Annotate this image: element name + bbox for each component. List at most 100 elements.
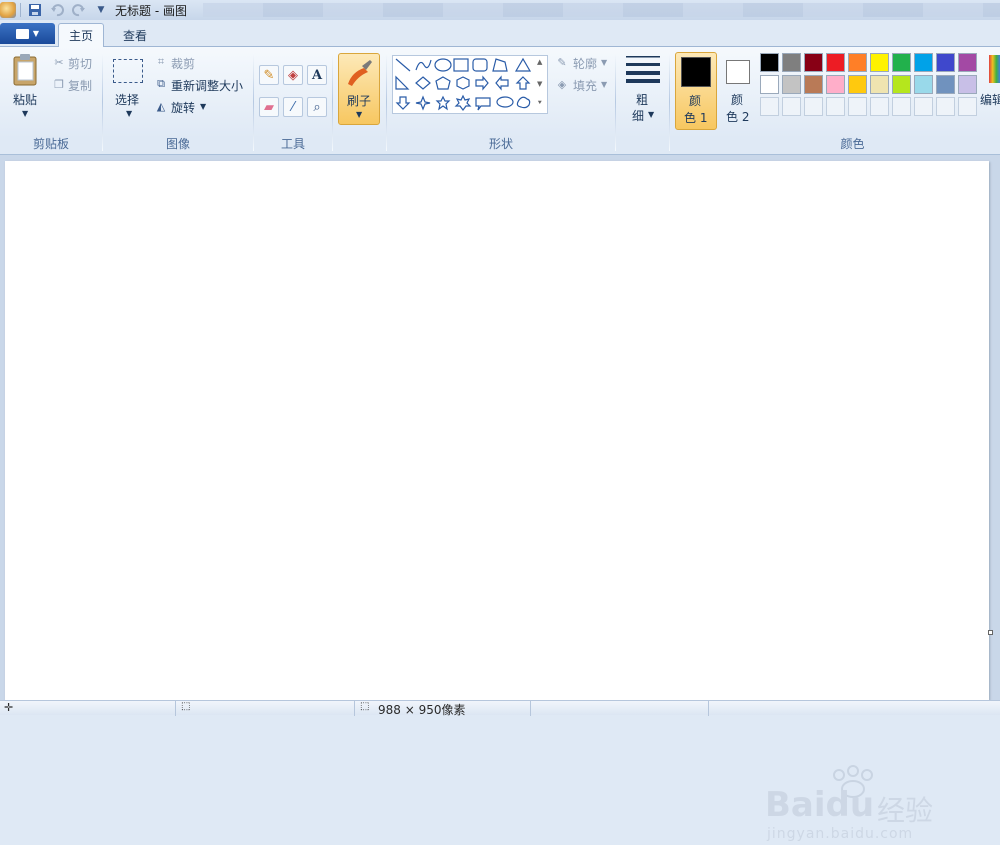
paste-label[interactable]: 粘贴 — [13, 91, 37, 108]
canvas-area[interactable]: Baidu 经验 jingyan.baidu.com — [0, 155, 1000, 842]
customize-quick-access-icon[interactable]: ▼ — [93, 2, 109, 18]
outline-icon[interactable]: ✎ — [555, 55, 569, 69]
palette-swatch[interactable] — [760, 53, 779, 72]
select-label[interactable]: 选择 — [115, 91, 139, 108]
status-separator — [175, 701, 176, 716]
palette-swatch[interactable] — [914, 97, 933, 116]
rotate-button[interactable]: 旋转 — [171, 99, 195, 116]
watermark-url: jingyan.baidu.com — [767, 826, 914, 842]
palette-swatch[interactable] — [958, 97, 977, 116]
palette-swatch[interactable] — [870, 97, 889, 116]
line-size-icon[interactable] — [626, 55, 660, 84]
crop-icon[interactable]: ⌗ — [154, 55, 168, 69]
rotate-dropdown-icon[interactable]: ▼ — [200, 102, 206, 111]
copy-button[interactable]: 复制 — [68, 77, 92, 94]
redo-icon[interactable] — [71, 2, 87, 18]
watermark: Baidu 经验 jingyan.baidu.com — [765, 765, 955, 845]
palette-swatch[interactable] — [804, 75, 823, 94]
palette-swatch[interactable] — [892, 75, 911, 94]
eraser-icon[interactable]: ▰ — [259, 97, 279, 117]
group-label-colors: 颜色 — [840, 137, 865, 151]
group-separator — [669, 53, 670, 151]
palette-swatch[interactable] — [804, 53, 823, 72]
palette-swatch[interactable] — [848, 53, 867, 72]
edit-colors-button[interactable]: 编辑 — [980, 91, 1000, 108]
resize-icon[interactable]: ⧉ — [154, 77, 168, 91]
outline-dropdown-icon[interactable]: ▼ — [601, 58, 607, 67]
rotate-icon[interactable]: ◭ — [154, 99, 168, 113]
text-tool-icon[interactable]: A — [307, 65, 327, 85]
brush-icon — [344, 58, 374, 88]
palette-swatch[interactable] — [848, 75, 867, 94]
paint-menu-button[interactable]: ▼ — [0, 23, 55, 44]
size-dropdown-icon[interactable]: ▼ — [648, 110, 654, 119]
group-separator — [332, 53, 333, 151]
save-icon[interactable] — [27, 2, 43, 18]
paste-icon[interactable] — [10, 53, 42, 86]
palette-swatch[interactable] — [804, 97, 823, 116]
brushes-button[interactable]: 刷子 ▼ — [338, 53, 380, 125]
fill-bucket-icon[interactable]: ◈ — [283, 65, 303, 85]
palette-swatch[interactable] — [760, 75, 779, 94]
size-label-line2[interactable]: 细 — [632, 107, 644, 124]
palette-swatch[interactable] — [958, 75, 977, 94]
palette-swatch[interactable] — [914, 75, 933, 94]
paste-dropdown-icon[interactable]: ▼ — [22, 109, 28, 118]
tab-view[interactable]: 查看 — [112, 23, 158, 47]
fill-button[interactable]: 填充 — [573, 77, 597, 94]
outline-button[interactable]: 轮廓 — [573, 55, 597, 72]
palette-swatch[interactable] — [936, 97, 955, 116]
magnifier-icon[interactable]: ⌕ — [307, 97, 327, 117]
resize-button[interactable]: 重新调整大小 — [171, 77, 243, 94]
status-bar: ✛ ⬚ ⬚ 988 × 950像素 — [0, 700, 1000, 717]
size-label-line1[interactable]: 粗 — [636, 91, 648, 108]
tab-home[interactable]: 主页 — [58, 23, 104, 47]
select-icon[interactable] — [113, 59, 143, 83]
color1-label-line2: 色 1 — [684, 111, 708, 125]
crop-button[interactable]: 裁剪 — [171, 55, 195, 72]
brushes-dropdown-icon: ▼ — [356, 110, 363, 119]
palette-swatch[interactable] — [826, 75, 845, 94]
color1-button[interactable]: 颜 色 1 — [675, 52, 717, 130]
copy-icon[interactable]: ❐ — [52, 77, 66, 91]
shapes-scroll-up-icon[interactable]: ▲ — [537, 58, 542, 66]
shapes-gallery-icons — [395, 57, 532, 111]
status-separator — [354, 701, 355, 716]
paint-app-icon[interactable] — [0, 2, 16, 18]
fill-icon[interactable]: ◈ — [555, 77, 569, 91]
palette-swatch[interactable] — [782, 75, 801, 94]
drawing-canvas[interactable] — [5, 161, 989, 700]
palette-swatch[interactable] — [760, 97, 779, 116]
color-picker-icon[interactable]: ⁄ — [283, 97, 303, 117]
color2-button[interactable]: 颜 色 2 — [718, 52, 760, 130]
palette-swatch[interactable] — [958, 53, 977, 72]
group-label-shapes: 形状 — [488, 137, 513, 151]
canvas-resize-handle-right[interactable] — [988, 630, 993, 635]
palette-swatch[interactable] — [782, 53, 801, 72]
fill-dropdown-icon[interactable]: ▼ — [601, 80, 607, 89]
shapes-scroll-down-icon[interactable]: ▼ — [537, 80, 542, 88]
palette-swatch[interactable] — [936, 53, 955, 72]
group-separator — [615, 53, 616, 151]
palette-swatch[interactable] — [892, 53, 911, 72]
pencil-icon[interactable]: ✎ — [259, 65, 279, 85]
select-dropdown-icon[interactable]: ▼ — [126, 109, 132, 118]
palette-swatch[interactable] — [870, 75, 889, 94]
palette-swatch[interactable] — [826, 53, 845, 72]
undo-icon[interactable] — [49, 2, 65, 18]
palette-swatch[interactable] — [848, 97, 867, 116]
palette-swatch[interactable] — [936, 75, 955, 94]
shapes-more-icon[interactable]: ⯆ — [537, 99, 543, 108]
palette-swatch[interactable] — [826, 97, 845, 116]
palette-swatch[interactable] — [892, 97, 911, 116]
palette-swatch[interactable] — [782, 97, 801, 116]
shapes-gallery[interactable] — [392, 55, 548, 114]
edit-colors-icon[interactable] — [989, 55, 1000, 83]
palette-swatch[interactable] — [914, 53, 933, 72]
cut-icon[interactable]: ✂ — [52, 55, 66, 69]
group-label-clipboard: 剪贴板 — [32, 137, 69, 151]
title-bar: ▼ 无标题 - 画图 — [0, 0, 1000, 20]
watermark-cn: 经验 — [877, 794, 934, 827]
palette-swatch[interactable] — [870, 53, 889, 72]
cut-button[interactable]: 剪切 — [68, 55, 92, 72]
